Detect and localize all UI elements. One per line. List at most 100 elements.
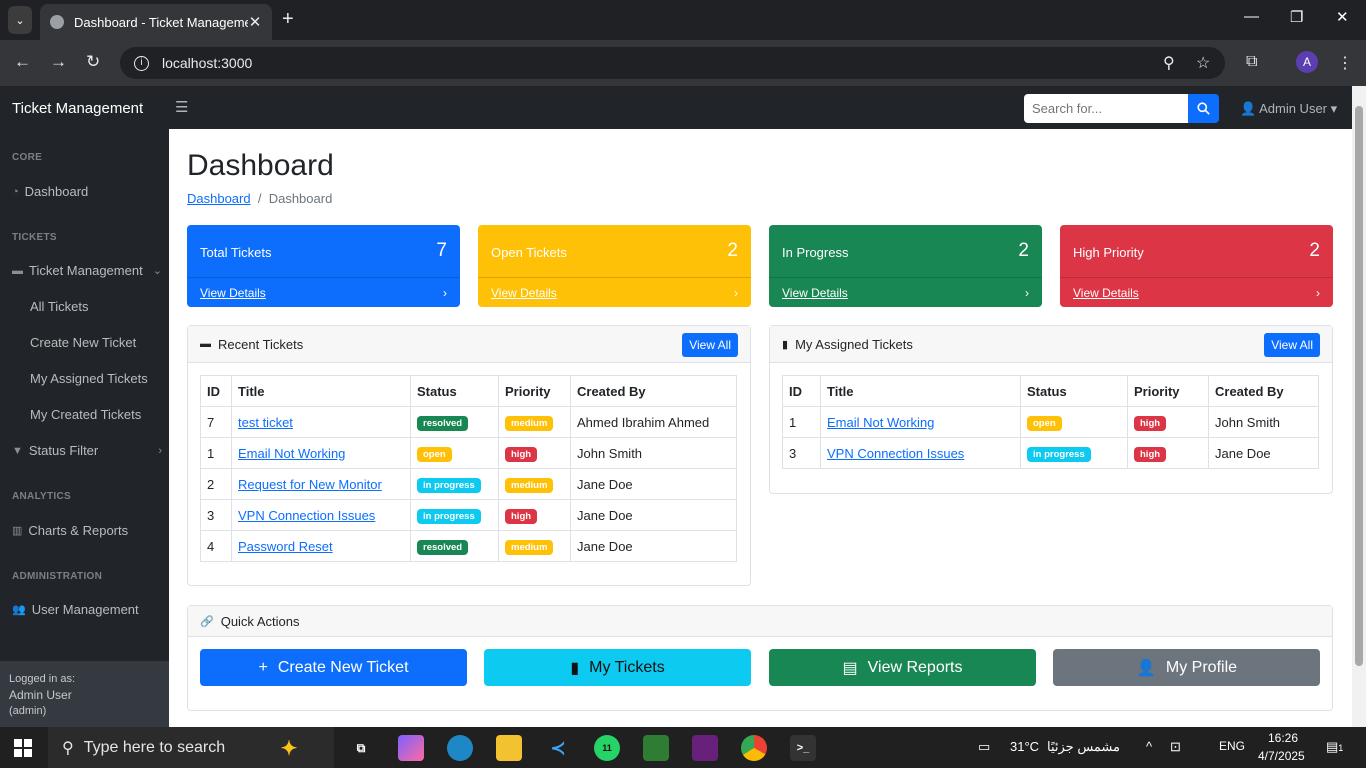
priority-cell: high bbox=[1127, 406, 1209, 438]
sidebar-toggle-icon[interactable]: ☰ bbox=[175, 98, 188, 116]
stat-value: 7 bbox=[436, 240, 447, 261]
close-window-button[interactable]: ✕ bbox=[1336, 8, 1349, 26]
sidebar-item-label: Charts & Reports bbox=[28, 523, 129, 538]
logged-in-user: Admin User bbox=[9, 688, 72, 702]
copilot-sparkle-icon[interactable]: ✦ bbox=[276, 735, 302, 761]
create-ticket-button[interactable]: + Create New Ticket bbox=[200, 649, 467, 686]
bookmark-star-icon[interactable]: ☆ bbox=[1196, 53, 1210, 73]
notification-icon[interactable]: ▤1 bbox=[1326, 739, 1343, 755]
windows-start-icon[interactable] bbox=[14, 739, 32, 757]
priority-cell: high bbox=[498, 499, 571, 531]
zoom-icon[interactable]: ⚲ bbox=[1163, 53, 1175, 73]
priority-cell: medium bbox=[498, 468, 571, 500]
search-icon bbox=[1197, 102, 1210, 115]
sidebar-item-my-assigned[interactable]: My Assigned Tickets bbox=[30, 371, 148, 386]
view-all-button[interactable]: View All bbox=[682, 333, 738, 357]
forward-icon[interactable]: → bbox=[50, 52, 67, 72]
my-profile-button[interactable]: 👤 My Profile bbox=[1053, 649, 1320, 686]
whatsapp-icon[interactable]: 11 bbox=[594, 735, 620, 761]
ticket-title-link[interactable]: Email Not Working bbox=[238, 446, 345, 461]
new-tab-button[interactable]: + bbox=[282, 8, 294, 31]
reload-icon[interactable]: ↻ bbox=[86, 52, 100, 72]
copilot-icon[interactable] bbox=[398, 735, 424, 761]
profile-avatar[interactable]: A bbox=[1296, 51, 1318, 73]
table-row: 1 Email Not Working open high John Smith bbox=[200, 437, 737, 469]
site-info-icon[interactable]: i bbox=[134, 55, 149, 71]
back-icon[interactable]: ← bbox=[14, 52, 31, 72]
close-tab-icon[interactable]: ✕ bbox=[248, 13, 262, 31]
panel-title: Recent Tickets bbox=[218, 336, 304, 352]
tab-search-button[interactable]: ⌄ bbox=[8, 6, 32, 34]
view-details-link[interactable]: View Details bbox=[1073, 286, 1139, 300]
ticket-title-link[interactable]: Password Reset bbox=[238, 539, 333, 554]
ticket-title-cell: VPN Connection Issues bbox=[820, 437, 1021, 469]
vscode-icon[interactable]: ≺ bbox=[545, 735, 571, 761]
brand[interactable]: Ticket Management bbox=[12, 100, 143, 117]
menu-kebab-icon[interactable]: ⋮ bbox=[1337, 53, 1353, 73]
browser-tab[interactable]: Dashboard - Ticket Managemen ✕ bbox=[40, 4, 272, 40]
app-topnav: Ticket Management ☰ 👤 Admin User ▾ bbox=[0, 86, 1352, 129]
tray-chevron-icon[interactable]: ^ bbox=[1146, 739, 1152, 754]
network-icon[interactable]: ⊡ bbox=[1170, 739, 1181, 755]
ticket-title-link[interactable]: Email Not Working bbox=[827, 415, 934, 430]
stat-card-total: Total Tickets 7 View Details › bbox=[187, 225, 460, 307]
search-input[interactable] bbox=[1024, 94, 1188, 123]
minimize-button[interactable]: — bbox=[1244, 8, 1259, 25]
app-icon[interactable] bbox=[643, 735, 669, 761]
view-details-link[interactable]: View Details bbox=[491, 286, 557, 300]
page-scrollbar[interactable] bbox=[1352, 86, 1366, 727]
column-header: Title bbox=[820, 375, 1021, 407]
taskbar-search-text: Type here to search bbox=[83, 738, 226, 756]
status-badge: in progress bbox=[417, 477, 481, 493]
sidebar-item-all-tickets[interactable]: All Tickets bbox=[30, 299, 89, 314]
ticket-title-link[interactable]: VPN Connection Issues bbox=[238, 508, 375, 523]
stat-label: Total Tickets bbox=[200, 245, 272, 260]
sidebar-item-user-management[interactable]: 👥 User Management bbox=[12, 602, 162, 617]
chrome-icon[interactable] bbox=[741, 735, 767, 761]
ticket-title-link[interactable]: VPN Connection Issues bbox=[827, 446, 964, 461]
tab-title: Dashboard - Ticket Managemen bbox=[74, 14, 248, 30]
sidebar-item-label: User Management bbox=[31, 602, 139, 617]
sidebar-item-charts[interactable]: ▥ Charts & Reports bbox=[12, 523, 162, 538]
column-header: Priority bbox=[498, 375, 571, 407]
view-reports-button[interactable]: ▤ View Reports bbox=[769, 649, 1036, 686]
sidebar-item-label: Status Filter bbox=[28, 443, 99, 458]
restore-button[interactable]: ❐ bbox=[1290, 8, 1303, 26]
edge-icon[interactable] bbox=[447, 735, 473, 761]
view-details-link[interactable]: View Details bbox=[200, 286, 266, 300]
address-bar[interactable]: i localhost:3000 bbox=[120, 47, 1225, 79]
sidebar-item-create-ticket[interactable]: Create New Ticket bbox=[30, 335, 136, 350]
extensions-icon[interactable]: ⧉ bbox=[1246, 53, 1257, 71]
view-details-link[interactable]: View Details bbox=[782, 286, 848, 300]
status-cell: resolved bbox=[410, 406, 499, 438]
my-tickets-button[interactable]: ▮ My Tickets bbox=[484, 649, 751, 686]
column-header: Priority bbox=[1127, 375, 1209, 407]
sidebar-item-status-filter[interactable]: ▼ Status Filter › bbox=[12, 443, 162, 458]
visual-studio-icon[interactable] bbox=[692, 735, 718, 761]
language-indicator[interactable]: ENG bbox=[1219, 739, 1245, 753]
scrollbar-thumb[interactable] bbox=[1355, 106, 1363, 666]
sidebar-item-ticket-management[interactable]: ▬ Ticket Management ⌄ bbox=[12, 263, 162, 278]
sidebar-item-dashboard[interactable]: ◔ Dashboard bbox=[12, 184, 162, 199]
task-view-icon[interactable]: ⧉ bbox=[348, 735, 374, 761]
notification-count: 1 bbox=[1338, 743, 1344, 753]
sidebar-item-my-created[interactable]: My Created Tickets bbox=[30, 407, 141, 422]
column-header: Status bbox=[1020, 375, 1128, 407]
breadcrumb-link[interactable]: Dashboard bbox=[187, 191, 251, 206]
ticket-title-link[interactable]: Request for New Monitor bbox=[238, 477, 382, 492]
ticket-title-link[interactable]: test ticket bbox=[238, 415, 293, 430]
search-button[interactable] bbox=[1188, 94, 1219, 123]
breadcrumb-current: Dashboard bbox=[268, 191, 333, 206]
ticket-id: 1 bbox=[200, 437, 232, 469]
terminal-icon[interactable]: >_ bbox=[790, 735, 816, 761]
user-dropdown[interactable]: 👤 Admin User ▾ bbox=[1240, 101, 1337, 117]
file-explorer-icon[interactable] bbox=[496, 735, 522, 761]
weather-icon[interactable]: ▭ bbox=[978, 739, 990, 755]
stat-value: 2 bbox=[727, 240, 738, 261]
status-cell: in progress bbox=[410, 468, 499, 500]
ticket-id: 3 bbox=[782, 437, 821, 469]
sidebar: CORE ◔ Dashboard TICKETS ▬ Ticket Manageme… bbox=[0, 129, 169, 727]
windows-taskbar: ⚲ Type here to search ✦ ⧉ ≺ 11 >_ ▭ 31°C … bbox=[0, 727, 1366, 768]
button-label: My Profile bbox=[1165, 658, 1238, 676]
view-all-button[interactable]: View All bbox=[1264, 333, 1320, 357]
